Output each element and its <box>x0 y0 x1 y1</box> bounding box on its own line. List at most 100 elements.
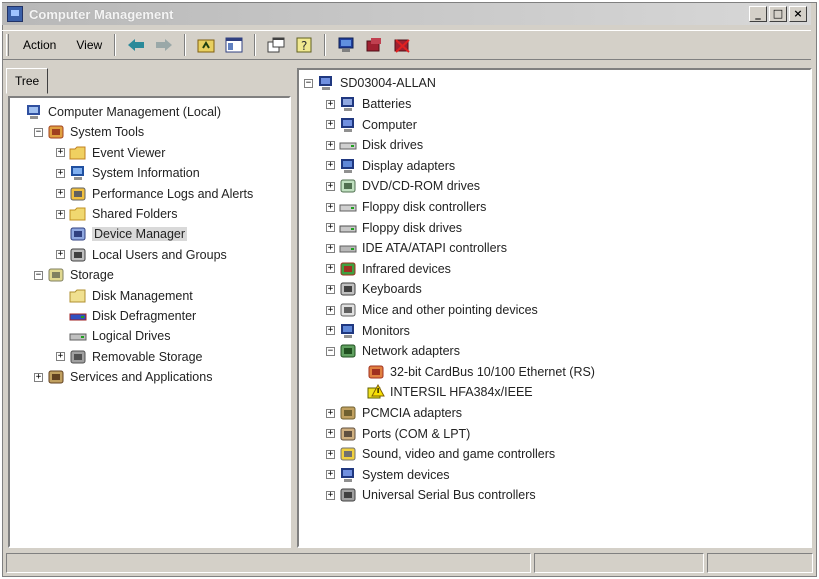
left-tree-item[interactable]: Device Manager <box>56 224 188 244</box>
expand-toggle[interactable]: + <box>326 202 335 212</box>
device-tree-root[interactable]: − SD03004-ALLAN <box>304 73 436 93</box>
device-tree-item[interactable]: + Infrared devices <box>326 259 451 279</box>
show-hide-tree-icon[interactable] <box>223 34 245 56</box>
device-tree-item[interactable]: + Batteries <box>326 94 411 114</box>
forward-arrow-icon[interactable] <box>153 34 175 56</box>
left-tree-item[interactable]: + Performance Logs and Alerts <box>56 184 253 204</box>
expand-toggle[interactable]: + <box>326 284 335 294</box>
update-driver-icon[interactable] <box>363 34 385 56</box>
device-tree-item[interactable]: + PCMCIA adapters <box>326 403 462 423</box>
collapse-toggle[interactable]: − <box>304 78 313 88</box>
expand-toggle[interactable]: + <box>326 305 335 315</box>
tree-node-label: Disk drives <box>362 138 424 153</box>
help-icon[interactable]: ? <box>293 34 315 56</box>
device-tree-item[interactable]: + Universal Serial Bus controllers <box>326 485 536 505</box>
event-viewer-icon <box>69 145 87 161</box>
device-tree-item[interactable]: + DVD/CD-ROM drives <box>326 176 480 196</box>
left-tree-item[interactable]: + System Information <box>56 163 200 183</box>
expand-toggle[interactable]: + <box>326 429 335 439</box>
computer-icon <box>339 117 357 133</box>
network-adapter-icon <box>339 343 357 359</box>
collapse-toggle[interactable]: − <box>34 127 43 137</box>
expand-toggle[interactable]: + <box>326 490 335 500</box>
device-tree-item[interactable]: + Sound, video and game controllers <box>326 444 555 464</box>
left-tree-item[interactable]: Disk Management <box>56 286 193 306</box>
collapse-toggle[interactable]: − <box>34 270 43 280</box>
left-tree-item[interactable]: Logical Drives <box>56 326 171 346</box>
device-tree-item[interactable]: + Floppy disk drives <box>326 218 462 238</box>
expand-toggle[interactable]: + <box>34 372 43 382</box>
close-button[interactable]: × <box>789 6 807 22</box>
expand-toggle[interactable]: + <box>326 408 335 418</box>
collapse-toggle[interactable]: − <box>326 346 335 356</box>
left-tree-item[interactable]: − Storage <box>34 265 114 285</box>
device-tree-item[interactable]: + IDE ATA/ATAPI controllers <box>326 238 507 258</box>
expand-toggle[interactable]: + <box>326 470 335 480</box>
expand-toggle[interactable]: + <box>56 250 65 260</box>
device-tree-item[interactable]: + Disk drives <box>326 135 423 155</box>
expand-toggle[interactable]: + <box>326 223 335 233</box>
toolbar-grip[interactable] <box>6 34 9 56</box>
device-manager-pane[interactable]: − SD03004-ALLAN + Batteries + Computer + Disk d… <box>297 68 812 548</box>
expand-toggle[interactable]: + <box>56 352 65 362</box>
uninstall-device-icon[interactable] <box>391 34 413 56</box>
device-tree-item[interactable]: + System devices <box>326 465 450 485</box>
expand-toggle[interactable]: + <box>326 181 335 191</box>
expand-toggle[interactable]: + <box>326 264 335 274</box>
expand-toggle[interactable]: + <box>56 209 65 219</box>
left-tree-item[interactable]: + Event Viewer <box>56 143 165 163</box>
device-tree-item[interactable]: − Network adapters <box>326 341 460 361</box>
maximize-button[interactable]: □ <box>769 6 787 22</box>
expand-toggle[interactable]: + <box>56 168 65 178</box>
left-tree-item[interactable]: Computer Management (Local) <box>12 102 221 122</box>
tree-node-label: INTERSIL HFA384x/IEEE <box>390 385 533 400</box>
scan-hardware-icon[interactable] <box>335 34 357 56</box>
up-folder-icon[interactable] <box>195 34 217 56</box>
expand-toggle[interactable]: + <box>56 189 65 199</box>
minimize-button[interactable]: _ <box>749 6 767 22</box>
device-tree-item[interactable]: + Monitors <box>326 321 410 341</box>
computer-management-icon <box>25 104 43 120</box>
device-tree-item[interactable]: + Ports (COM & LPT) <box>326 424 470 444</box>
device-tree-item[interactable]: INTERSIL HFA384x/IEEE <box>354 382 533 402</box>
ide-controller-icon <box>339 240 357 256</box>
console-tree-pane[interactable]: Computer Management (Local) − System Tools… <box>8 96 291 548</box>
expand-toggle[interactable]: + <box>326 120 335 130</box>
sound-icon <box>339 446 357 462</box>
tree-node-label: Logical Drives <box>92 329 171 344</box>
left-tree-item[interactable]: + Local Users and Groups <box>56 245 227 265</box>
device-tree-item[interactable]: + Keyboards <box>326 279 422 299</box>
device-tree-item[interactable]: + Display adapters <box>326 156 455 176</box>
expand-toggle[interactable]: + <box>326 449 335 459</box>
tab-tree[interactable]: Tree <box>6 68 49 94</box>
tree-node-label: Infrared devices <box>362 261 451 276</box>
properties-icon[interactable] <box>265 34 287 56</box>
action-menu[interactable]: Action <box>17 36 62 54</box>
local-users-icon <box>69 247 87 263</box>
expand-toggle[interactable]: + <box>56 148 65 158</box>
device-tree-item[interactable]: + Computer <box>326 115 417 135</box>
left-tree-item[interactable]: + Removable Storage <box>56 347 202 367</box>
device-tree-item[interactable]: + Mice and other pointing devices <box>326 300 538 320</box>
left-tree-item[interactable]: Disk Defragmenter <box>56 306 196 326</box>
expand-toggle[interactable]: + <box>326 243 335 253</box>
expand-toggle[interactable]: + <box>326 99 335 109</box>
left-tree-item[interactable]: − System Tools <box>34 122 144 142</box>
view-menu[interactable]: View <box>70 36 108 54</box>
left-tree-item[interactable]: + Shared Folders <box>56 204 177 224</box>
back-arrow-icon[interactable] <box>125 34 147 56</box>
title-bar[interactable]: Computer Management _ □ × <box>2 3 811 25</box>
tree-node-label: Sound, video and game controllers <box>362 447 556 462</box>
tree-node-label: Universal Serial Bus controllers <box>362 488 536 503</box>
left-tree-item[interactable]: + Services and Applications <box>34 367 212 387</box>
device-tree-item[interactable]: 32-bit CardBus 10/100 Ethernet (RS) <box>354 362 595 382</box>
expand-toggle[interactable]: + <box>326 161 335 171</box>
expand-toggle[interactable]: + <box>326 326 335 336</box>
device-tree-item[interactable]: + Floppy disk controllers <box>326 197 486 217</box>
expand-toggle[interactable]: + <box>326 140 335 150</box>
tree-node-label: Computer <box>362 117 417 132</box>
tree-node-label: Computer Management (Local) <box>48 105 221 119</box>
